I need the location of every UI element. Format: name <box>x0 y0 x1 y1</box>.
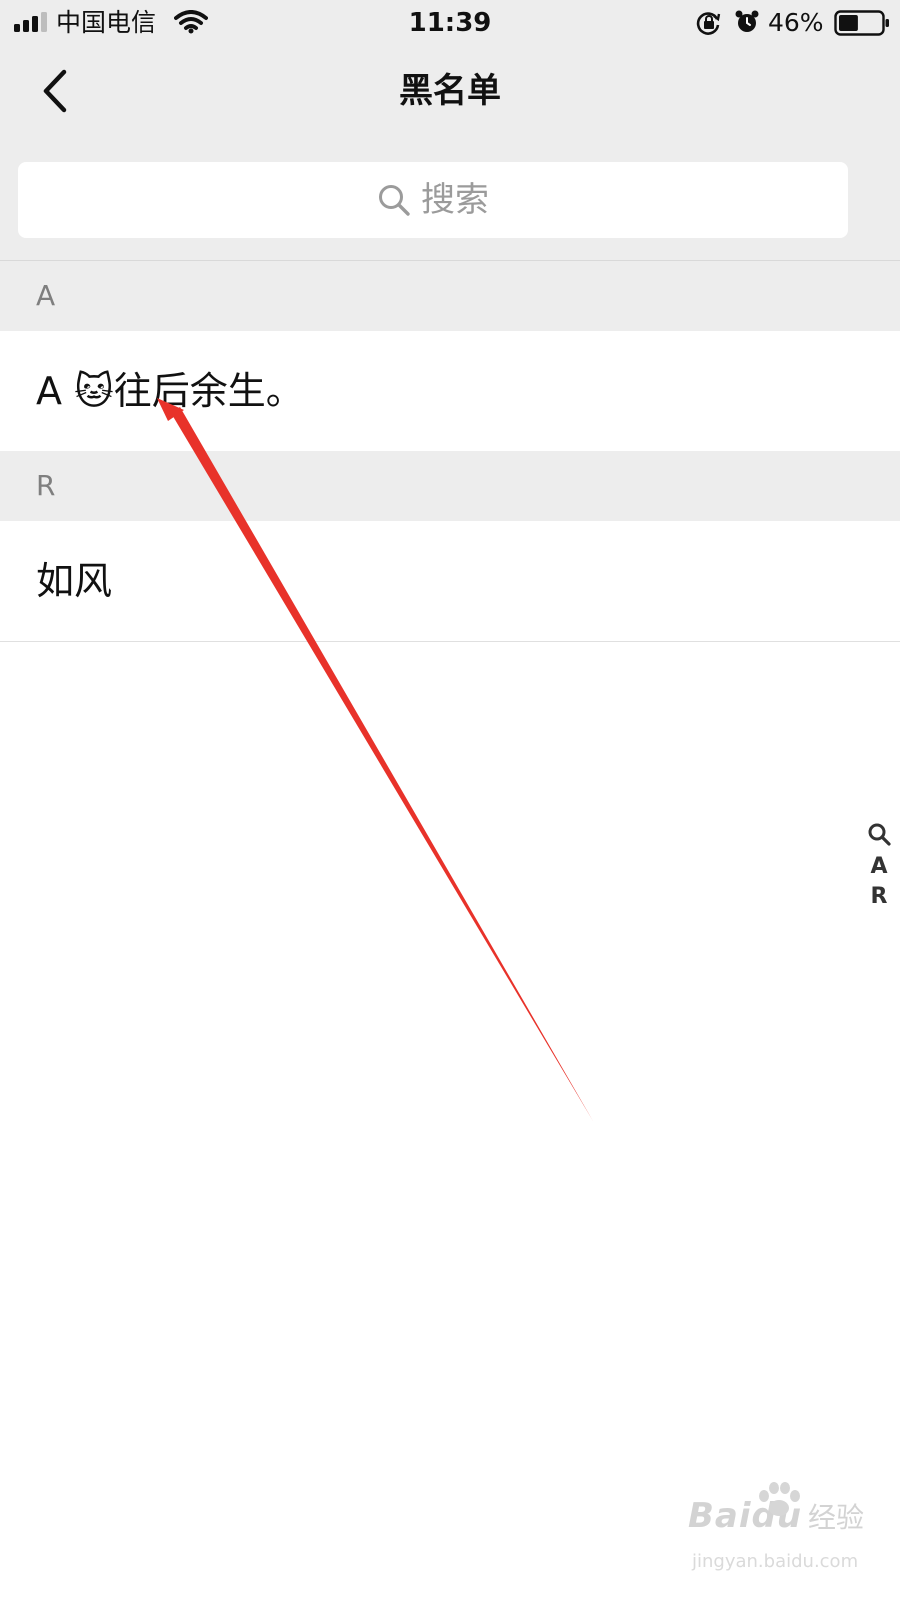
watermark-url: jingyan.baidu.com <box>692 1551 859 1572</box>
navigation-bar: 黑名单 <box>0 46 900 138</box>
index-letter-r[interactable]: R <box>871 882 888 912</box>
status-time: 11:39 <box>408 8 492 38</box>
search-icon[interactable] <box>867 822 891 846</box>
list-item[interactable]: A 🐱往后余生。 <box>0 331 900 451</box>
search-input-content: 搜索 <box>18 162 848 238</box>
contact-name: 如风 <box>36 559 113 603</box>
battery-icon <box>834 10 889 36</box>
section-header-a: A <box>0 261 900 331</box>
section-letter: R <box>36 469 56 502</box>
status-bar: 中国电信 11:39 46% <box>0 0 900 46</box>
search-icon <box>379 185 410 216</box>
list-item[interactable]: 如风 <box>0 521 900 641</box>
section-letter: A <box>36 279 56 312</box>
watermark-label: 经验 <box>808 1501 865 1534</box>
orientation-lock-icon <box>696 12 721 35</box>
alphabet-index-bar[interactable]: A R <box>862 822 896 912</box>
battery-percentage: 46% <box>768 8 824 37</box>
section-header-r: R <box>0 451 900 521</box>
page-title: 黑名单 <box>399 71 501 111</box>
paw-icon <box>759 1482 800 1516</box>
alarm-icon <box>735 10 759 32</box>
search-input[interactable]: 搜索 <box>18 162 848 238</box>
index-letter-a[interactable]: A <box>870 852 887 882</box>
watermark: Baidu 经验 jingyan.baidu.com <box>688 1482 868 1584</box>
contact-name: A 🐱往后余生。 <box>36 369 304 413</box>
search-placeholder: 搜索 <box>421 180 489 220</box>
divider <box>0 641 900 642</box>
